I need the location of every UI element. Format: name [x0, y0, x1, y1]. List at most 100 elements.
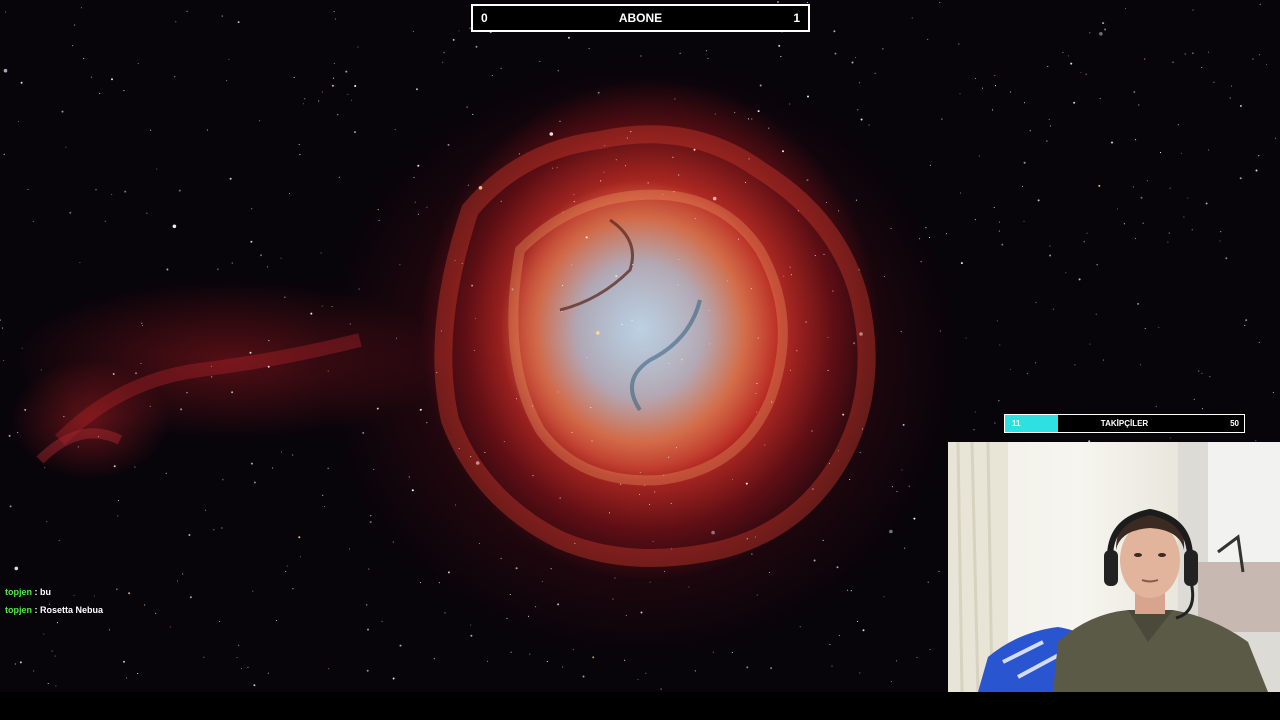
star [1029, 130, 1031, 132]
star [253, 684, 256, 687]
star [332, 77, 335, 79]
star [652, 540, 654, 542]
star [614, 577, 616, 579]
star [771, 401, 773, 403]
star [473, 349, 475, 352]
star [467, 184, 469, 186]
star [981, 87, 984, 89]
star [916, 656, 918, 659]
star [381, 620, 383, 622]
chat-text: Rosetta Nebua [40, 605, 104, 615]
star [419, 408, 422, 411]
star [280, 451, 283, 453]
star [833, 30, 836, 33]
star [63, 416, 65, 418]
star [1102, 22, 1105, 25]
star [1184, 53, 1186, 55]
star [338, 176, 340, 178]
star [97, 436, 100, 438]
star [855, 199, 857, 201]
star [3, 359, 5, 361]
star [974, 77, 977, 80]
star [994, 74, 996, 76]
star [911, 17, 913, 19]
star [458, 30, 460, 32]
star [3, 68, 8, 73]
star [286, 565, 288, 567]
star [1065, 272, 1067, 274]
star [904, 547, 906, 549]
star [1089, 343, 1091, 345]
star [532, 475, 534, 477]
star [1078, 278, 1081, 281]
star [123, 660, 125, 663]
star [673, 191, 675, 193]
star [959, 192, 962, 194]
star [901, 469, 903, 471]
star [438, 582, 440, 584]
star [321, 305, 323, 307]
star [321, 91, 323, 93]
star [83, 58, 85, 60]
star [1258, 342, 1260, 344]
star [1140, 364, 1142, 366]
star [1239, 177, 1242, 180]
star [991, 109, 994, 111]
follower-goal-label: TAKİPÇİLER [1100, 419, 1149, 428]
star [1010, 91, 1012, 93]
star [1266, 63, 1268, 66]
star [79, 261, 81, 264]
star [292, 588, 294, 590]
star [475, 461, 480, 465]
star [1023, 220, 1025, 222]
star [999, 221, 1001, 223]
star [874, 72, 876, 74]
star [714, 113, 716, 115]
star [1135, 238, 1137, 240]
star [175, 21, 177, 23]
star [838, 210, 840, 212]
star [302, 103, 305, 105]
star [1245, 319, 1248, 322]
star [756, 594, 758, 596]
star [1201, 66, 1203, 69]
star [20, 81, 23, 84]
star [172, 224, 177, 229]
star [444, 612, 446, 614]
star [796, 350, 798, 352]
star [166, 268, 169, 271]
star [748, 158, 750, 160]
star [267, 365, 270, 368]
star [17, 120, 20, 123]
star [1229, 97, 1231, 99]
star [8, 434, 11, 437]
star [965, 337, 967, 339]
star [1193, 398, 1195, 400]
star [1096, 264, 1098, 266]
star [746, 666, 749, 669]
star [694, 218, 696, 220]
star [280, 257, 282, 259]
star [1213, 81, 1215, 83]
star [174, 76, 176, 78]
star [259, 120, 261, 122]
star [474, 317, 476, 319]
star [268, 340, 270, 342]
star [1095, 313, 1097, 315]
star [204, 509, 206, 511]
star [186, 10, 188, 12]
star [373, 468, 375, 470]
star [678, 174, 680, 176]
star [169, 626, 171, 628]
star [831, 665, 833, 667]
star [54, 655, 56, 657]
star [847, 589, 849, 591]
star [604, 145, 606, 147]
bottom-black-bar [0, 692, 1280, 720]
star [140, 362, 142, 365]
star [1177, 124, 1179, 126]
star [654, 491, 656, 493]
star [745, 482, 748, 485]
star [789, 369, 791, 371]
star [260, 254, 262, 257]
